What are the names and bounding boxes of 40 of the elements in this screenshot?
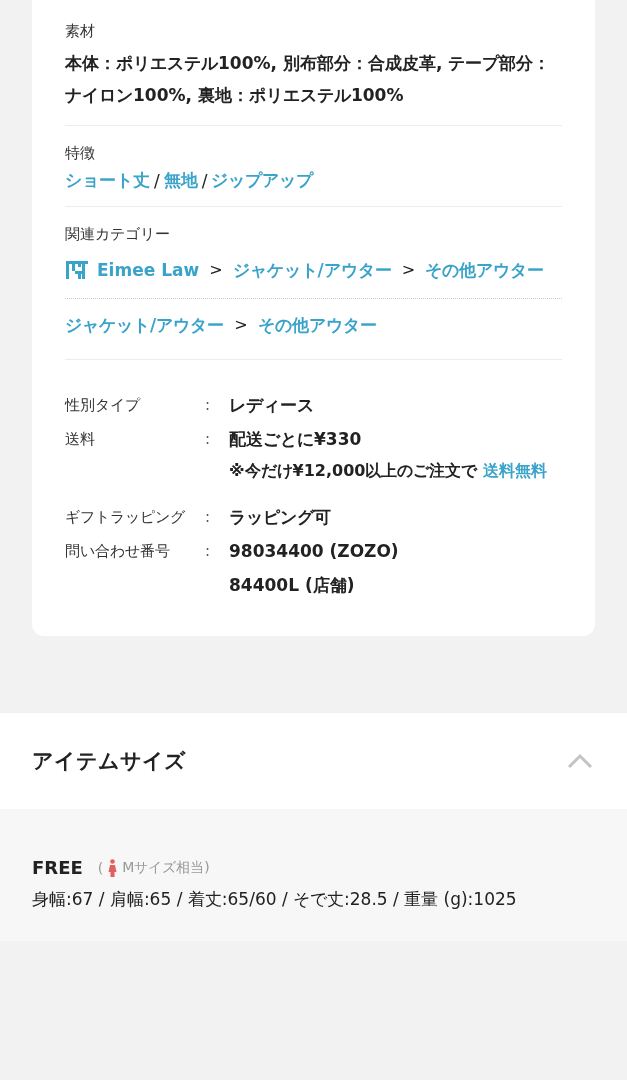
- colon: :: [205, 507, 212, 528]
- category-link[interactable]: ジャケット/アウター: [65, 311, 225, 339]
- separator: /: [154, 170, 160, 191]
- colon: :: [205, 541, 212, 562]
- spec-label: 問い合わせ番号: [65, 541, 171, 562]
- colon: :: [205, 429, 212, 450]
- category-link[interactable]: その他アウター: [425, 256, 545, 284]
- size-name: FREE: [32, 857, 83, 878]
- shipping-note: ※今だけ¥12,000以上のご注文で 送料無料: [229, 460, 548, 482]
- section-label: 特徴: [65, 144, 96, 163]
- separator: /: [201, 170, 208, 191]
- measurements-text: 身幅:67 / 肩幅:65 / 着丈:65/60 / そで丈:28.5 / 重量 (g):1025: [32, 888, 518, 911]
- paren: (: [97, 859, 104, 876]
- section-header[interactable]: アイテムサイズ: [0, 713, 627, 809]
- spec-value: 配送ごとに¥330: [229, 428, 363, 451]
- category-link[interactable]: ジャケット/アウター: [232, 256, 392, 284]
- breadcrumb-arrow: >: [209, 259, 223, 281]
- section-title: アイテムサイズ: [32, 748, 186, 775]
- colon: :: [205, 395, 212, 416]
- spec-value: 98034400 (ZOZO): [229, 540, 400, 563]
- spec-value: 84400L (店舗): [229, 574, 356, 597]
- feature-link[interactable]: ジップアップ: [211, 169, 314, 192]
- size-equivalent: Mサイズ相当): [122, 858, 210, 877]
- shop-icon: [65, 260, 89, 280]
- spec-label: 性別タイプ: [65, 395, 142, 416]
- feature-link[interactable]: 無地: [163, 169, 198, 192]
- spec-value: レディース: [229, 394, 315, 417]
- material-text: 本体：ポリエステル100%, 別布部分：合成皮革, テープ部分：ナイロン100%, 裏地：ポリエステル100%: [65, 52, 552, 107]
- section-label: 関連カテゴリー: [65, 225, 171, 244]
- section-label: 素材: [65, 22, 96, 41]
- spec-label: ギフトラッピング: [65, 507, 186, 528]
- figure-icon: [108, 858, 118, 877]
- breadcrumb-arrow: >: [401, 259, 416, 281]
- breadcrumb-arrow: >: [234, 314, 248, 336]
- shop-link[interactable]: Eimee Law: [97, 256, 200, 284]
- spec-value: ラッピング可: [229, 506, 332, 529]
- spec-label: 送料: [65, 429, 96, 450]
- free-shipping-link[interactable]: 送料無料: [483, 461, 547, 480]
- category-link[interactable]: その他アウター: [257, 311, 377, 339]
- feature-link[interactable]: ショート丈: [65, 169, 150, 192]
